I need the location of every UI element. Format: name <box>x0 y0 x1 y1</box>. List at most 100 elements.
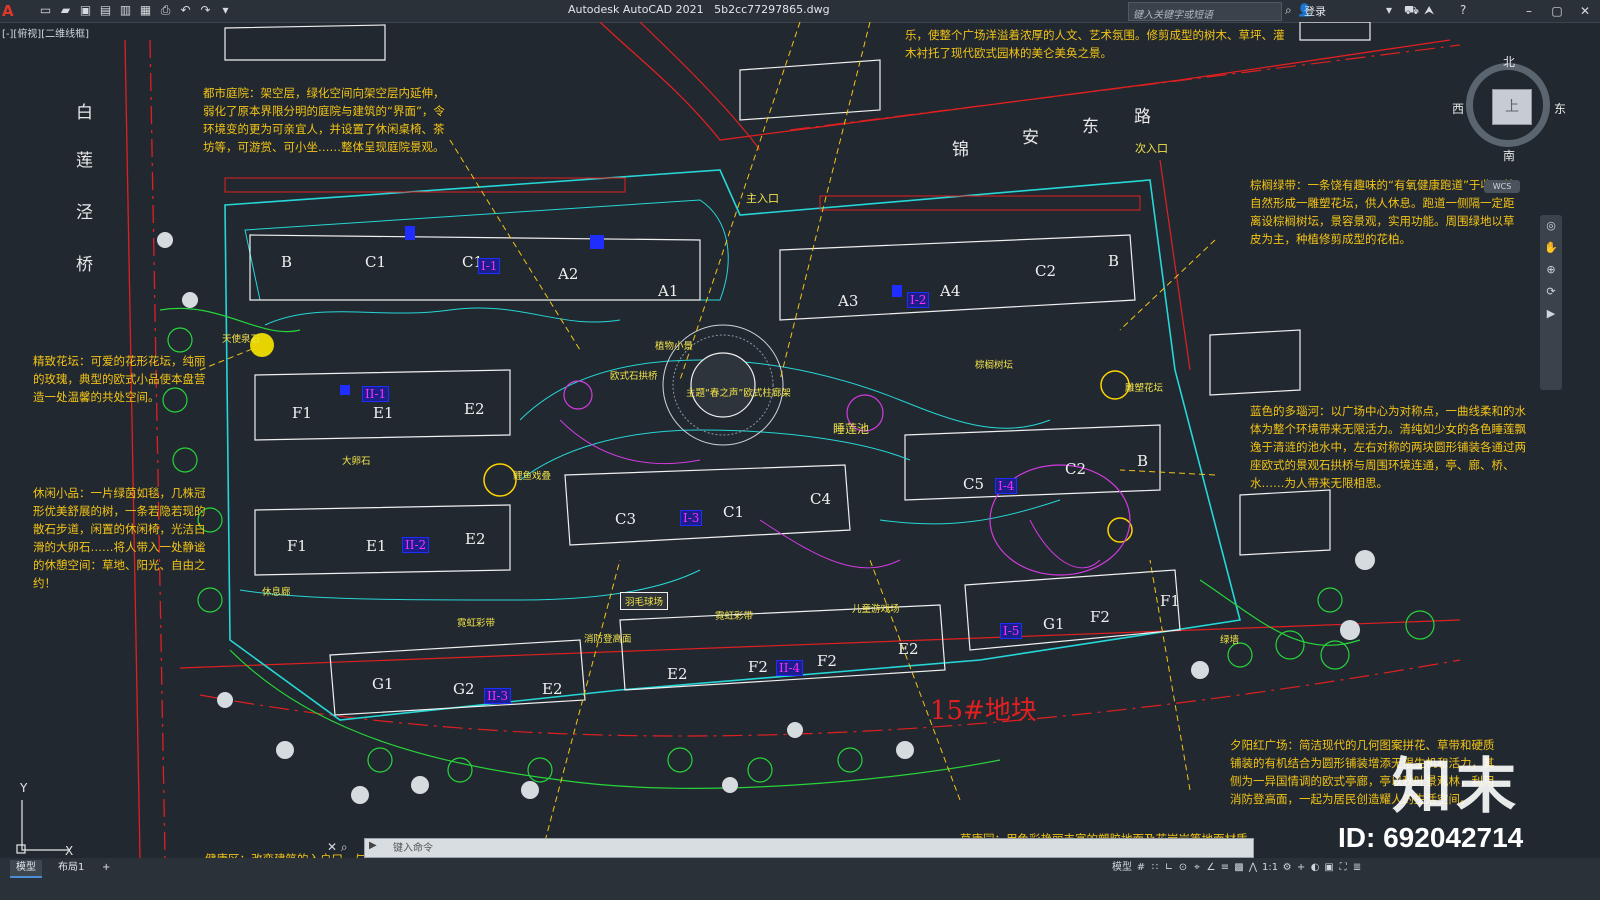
search-box[interactable] <box>1128 2 1282 24</box>
main-entrance-label: 主入口 <box>746 192 779 205</box>
building-label: C1 <box>723 503 745 521</box>
fire-access-label: 消防登高面 <box>584 634 632 645</box>
building-label: A1 <box>658 282 679 300</box>
command-line[interactable]: ✕ ⌕ ▶ <box>327 838 1254 858</box>
new-icon[interactable]: ▭ <box>38 3 53 18</box>
palm-label: 棕榈树坛 <box>975 360 1014 371</box>
snap-icon[interactable]: ∷ <box>1150 860 1160 876</box>
command-input[interactable] <box>391 839 1245 857</box>
building-label: E2 <box>898 640 919 658</box>
zone-label: I-2 <box>907 292 930 308</box>
window-title: Autodesk AutoCAD 2021 5b2cc77297865.dwg <box>568 3 830 16</box>
autocad-logo-icon[interactable]: A <box>2 1 20 21</box>
customize-status-icon[interactable]: ≣ <box>1352 860 1362 876</box>
secondary-entrance-label: 次入口 <box>1135 142 1168 155</box>
building-label: A3 <box>838 292 859 310</box>
gear-icon[interactable]: ⚙ <box>1282 860 1292 876</box>
status-toggles: 模型 # ∷ ∟ ⊙ ⌖ ∠ ≡ ▩ ⋀ 1:1 ⚙ + ◐ ▣ ⛶ ≣ <box>1112 860 1362 876</box>
polar-icon[interactable]: ⊙ <box>1178 860 1188 876</box>
full-nav-wheel-icon[interactable]: ◎ <box>1540 215 1562 237</box>
wcs-menu-button[interactable]: WCS <box>1484 180 1520 193</box>
viewcube-south[interactable]: 南 <box>1503 147 1515 164</box>
badminton-label: 羽毛球场 <box>620 592 669 610</box>
building-label: E2 <box>542 680 563 698</box>
arrow-icon[interactable]: ⮝ <box>1424 2 1434 18</box>
building-label: E1 <box>373 404 394 422</box>
note-water: 蓝色的多瑙河：以广场中心为对称点，一曲线柔和的水体为整个环境带来无限活力。清纯如… <box>1250 404 1526 490</box>
zoom-icon[interactable]: ⊕ <box>1540 259 1562 281</box>
hardware-icon[interactable]: ▣ <box>1324 860 1334 876</box>
clean-screen-icon[interactable]: ⛶ <box>1338 860 1348 876</box>
garden-label: 植物小景 <box>655 341 694 352</box>
building-label: A4 <box>940 282 961 300</box>
note-courtyard: 都市庭院：架空层，绿化空间向架空层内延伸，弱化了原本界限分明的庭院与建筑的“界面… <box>203 86 445 154</box>
lily-pond-label: 睡莲池 <box>833 422 870 436</box>
viewcube-top-face[interactable]: 上 <box>1492 89 1532 125</box>
minimize-icon[interactable]: – <box>1518 1 1540 21</box>
building-label: C3 <box>615 510 637 528</box>
central-plaza-label: 主题“春之声”欧式柱廊架 <box>686 388 791 399</box>
building-label: C4 <box>810 490 832 508</box>
transparency-icon[interactable]: ▩ <box>1234 860 1244 876</box>
road-label-n1: 锦 <box>952 140 969 160</box>
search-icon[interactable]: ⌕ <box>1285 2 1292 18</box>
annotation-icon[interactable]: ⋀ <box>1248 860 1258 876</box>
road-label-n2: 安 <box>1022 128 1039 148</box>
maximize-icon[interactable]: ▢ <box>1546 1 1568 21</box>
isolate-icon[interactable]: ◐ <box>1310 860 1320 876</box>
title-bar: A ▭ ▰ ▣ ▤ ▥ ▦ ⎙ ↶ ↷ ▾ Autodesk AutoCAD 2… <box>0 0 1600 24</box>
grid-icon[interactable]: # <box>1136 860 1146 876</box>
viewcube-north[interactable]: 北 <box>1503 53 1515 70</box>
viewport-controls[interactable]: [-][俯视][二维线框] <box>2 25 89 40</box>
help-icon[interactable]: ? <box>1460 2 1466 18</box>
cart-icon[interactable]: ⛟ <box>1404 2 1419 18</box>
zone-label: I-5 <box>1000 623 1023 639</box>
viewcube-west[interactable]: 西 <box>1452 100 1464 117</box>
building-label: B <box>1108 252 1120 270</box>
save-web-icon[interactable]: ▦ <box>138 3 153 18</box>
osnap-icon[interactable]: ⌖ <box>1192 860 1202 876</box>
tab-layout1[interactable]: 布局1 <box>52 860 90 876</box>
zone-label: I-1 <box>478 258 501 274</box>
pan-icon[interactable]: ✋ <box>1540 237 1562 259</box>
quick-access-toolbar: ▭ ▰ ▣ ▤ ▥ ▦ ⎙ ↶ ↷ ▾ <box>38 3 233 18</box>
neon-label: 霓虹彩带 <box>457 618 496 629</box>
dropdown-icon[interactable]: ▾ <box>1386 2 1392 18</box>
building-label: F1 <box>287 537 307 555</box>
viewcube[interactable]: 上 北 南 西 东 <box>1452 53 1568 165</box>
building-label: B <box>281 253 293 271</box>
redo-icon[interactable]: ↷ <box>198 3 213 18</box>
watermark-id: ID: 692042714 <box>1338 822 1524 853</box>
customize-icon[interactable]: ▾ <box>218 3 233 18</box>
close-icon[interactable]: ✕ <box>1574 1 1596 21</box>
road-label-w3: 泾 <box>76 203 93 223</box>
tab-model[interactable]: 模型 <box>10 860 42 878</box>
login-button[interactable]: 登录 <box>1304 3 1326 19</box>
building-label: C5 <box>963 475 985 493</box>
plus-icon[interactable]: + <box>1296 860 1306 876</box>
command-prompt-icon[interactable]: ▶ <box>369 840 377 851</box>
ortho-icon[interactable]: ∟ <box>1164 860 1174 876</box>
lineweight-icon[interactable]: ≡ <box>1220 860 1230 876</box>
zone-label: II-1 <box>362 386 390 402</box>
building-label: E2 <box>465 530 486 548</box>
close-command-line-icon[interactable]: ✕ ⌕ <box>327 840 348 855</box>
undo-icon[interactable]: ↶ <box>178 3 193 18</box>
zone-label: II-4 <box>776 660 804 676</box>
saveas-icon[interactable]: ▤ <box>98 3 113 18</box>
showmotion-icon[interactable]: ▶ <box>1540 303 1562 325</box>
save-icon[interactable]: ▣ <box>78 3 93 18</box>
stone-bridge-label: 欧式石拱桥 <box>610 371 658 382</box>
otrack-icon[interactable]: ∠ <box>1206 860 1216 876</box>
open-icon[interactable]: ▰ <box>58 3 73 18</box>
model-space-toggle[interactable]: 模型 <box>1112 860 1132 876</box>
viewcube-east[interactable]: 东 <box>1554 100 1566 117</box>
building-label: G1 <box>372 675 394 693</box>
building-label: E2 <box>464 400 485 418</box>
open-web-icon[interactable]: ▥ <box>118 3 133 18</box>
orbit-icon[interactable]: ⟳ <box>1540 281 1562 303</box>
scale-dropdown[interactable]: 1:1 <box>1262 860 1278 876</box>
building-label: B <box>1137 452 1149 470</box>
tab-add-layout[interactable]: + <box>96 860 116 876</box>
plot-icon[interactable]: ⎙ <box>158 3 173 18</box>
